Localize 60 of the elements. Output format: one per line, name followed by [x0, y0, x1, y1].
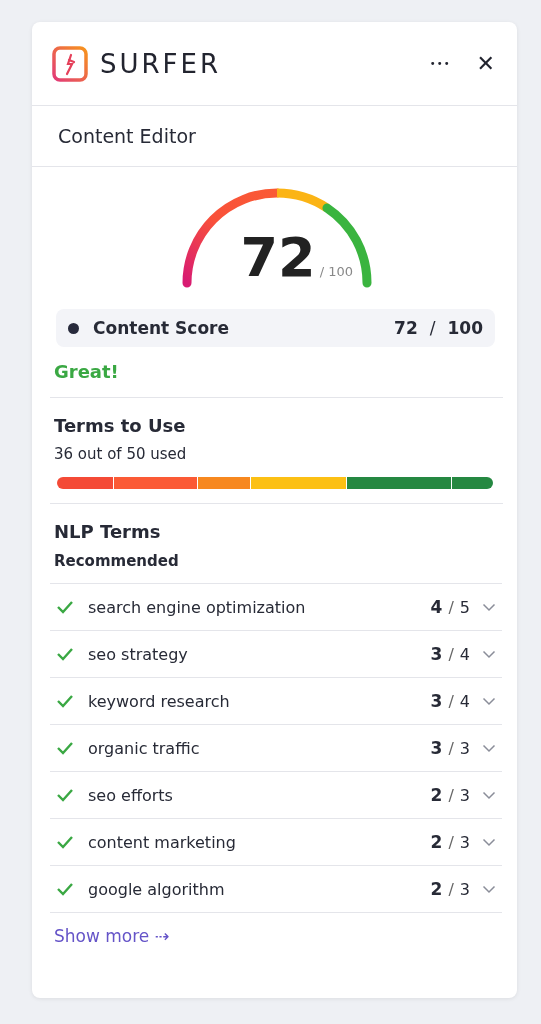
- rating-text: Great!: [54, 361, 119, 382]
- recommended-label: Recommended: [54, 552, 179, 570]
- chevron-down-icon[interactable]: [482, 602, 496, 612]
- term-used-count: 3: [430, 691, 443, 711]
- term-target-count: 3: [459, 832, 470, 852]
- term-row[interactable]: seo strategy 3 / 4: [50, 630, 502, 677]
- term-target-count: 4: [459, 644, 470, 664]
- bullet-icon: [68, 322, 79, 334]
- term-name: google algorithm: [88, 879, 225, 899]
- term-row[interactable]: seo efforts 2 / 3: [50, 771, 502, 818]
- section-title: Content Editor: [58, 125, 196, 147]
- term-row[interactable]: google algorithm 2 / 3: [50, 865, 502, 913]
- show-more-link[interactable]: Show more ⇢: [54, 926, 169, 946]
- terms-title: Terms to Use: [54, 415, 186, 436]
- chevron-down-icon[interactable]: [482, 790, 496, 800]
- count-separator: /: [448, 832, 454, 852]
- count-separator: /: [448, 597, 454, 617]
- term-used-count: 2: [430, 785, 443, 805]
- term-used-count: 2: [430, 832, 443, 852]
- content-score-max: 100: [447, 318, 483, 338]
- chevron-down-icon[interactable]: [482, 743, 496, 753]
- content-score-label: Content Score: [93, 318, 229, 338]
- content-score-value: 72: [394, 318, 418, 338]
- term-used-count: 3: [430, 738, 443, 758]
- term-used-count: 3: [430, 644, 443, 664]
- term-name: organic traffic: [88, 738, 200, 758]
- term-used-count: 4: [430, 597, 443, 617]
- term-target-count: 5: [459, 597, 470, 617]
- term-row[interactable]: search engine optimization 4 / 5: [50, 583, 502, 630]
- count-separator: /: [448, 691, 454, 711]
- brand-name: SURFER: [100, 48, 222, 79]
- term-row[interactable]: content marketing 2 / 3: [50, 818, 502, 865]
- count-separator: /: [448, 879, 454, 899]
- term-name: seo efforts: [88, 785, 173, 805]
- nlp-terms-title: NLP Terms: [54, 521, 161, 542]
- score-max: / 100: [319, 264, 353, 279]
- score-separator: /: [429, 318, 436, 338]
- term-target-count: 3: [459, 738, 470, 758]
- term-target-count: 3: [459, 785, 470, 805]
- term-row[interactable]: organic traffic 3 / 3: [50, 724, 502, 771]
- score-value: 72: [240, 231, 316, 285]
- chevron-down-icon[interactable]: [482, 696, 496, 706]
- term-name: content marketing: [88, 832, 236, 852]
- close-button[interactable]: ✕: [476, 51, 495, 76]
- term-name: keyword research: [88, 691, 230, 711]
- count-separator: /: [448, 738, 454, 758]
- more-button[interactable]: •••: [429, 58, 451, 69]
- term-used-count: 2: [430, 879, 443, 899]
- count-separator: /: [448, 644, 454, 664]
- term-name: search engine optimization: [88, 597, 306, 617]
- term-target-count: 4: [459, 691, 470, 711]
- chevron-down-icon[interactable]: [482, 884, 496, 894]
- term-row[interactable]: keyword research 3 / 4: [50, 677, 502, 724]
- term-target-count: 3: [459, 879, 470, 899]
- chevron-down-icon[interactable]: [482, 649, 496, 659]
- logo-icon: [52, 45, 88, 82]
- chevron-down-icon[interactable]: [482, 837, 496, 847]
- term-name: seo strategy: [88, 644, 188, 664]
- count-separator: /: [448, 785, 454, 805]
- terms-summary: 36 out of 50 used: [54, 445, 187, 463]
